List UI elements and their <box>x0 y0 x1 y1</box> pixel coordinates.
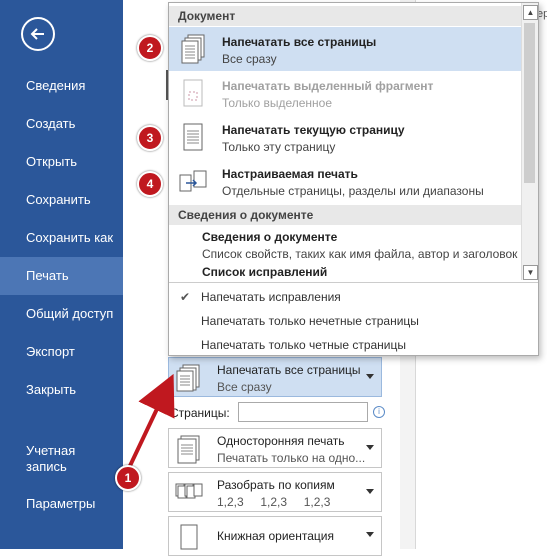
option-print-markup[interactable]: ✔ Напечатать исправления <box>169 285 538 309</box>
one-sided-icon <box>177 435 200 464</box>
badge-2: 2 <box>137 35 163 61</box>
nav-close[interactable]: Закрыть <box>0 371 123 409</box>
badge-4: 4 <box>137 171 163 197</box>
custom-print-icon <box>179 170 207 192</box>
nav-new[interactable]: Создать <box>0 105 123 143</box>
nav-share[interactable]: Общий доступ <box>0 295 123 333</box>
sides-combo[interactable]: Односторонняя печать Печатать только на … <box>168 428 382 468</box>
option-sub: Только эту страницу <box>222 140 336 154</box>
info-icon[interactable]: i <box>373 406 385 418</box>
separator <box>169 282 538 283</box>
scroll-down-icon[interactable]: ▼ <box>523 265 538 280</box>
collate-title: Разобрать по копиям <box>217 478 335 492</box>
print-range-title: Напечатать все страницы <box>217 363 361 377</box>
print-range-sub: Все сразу <box>217 380 272 394</box>
chevron-down-icon <box>366 445 374 450</box>
nav-open[interactable]: Открыть <box>0 143 123 181</box>
option-title: Напечатать все страницы <box>222 35 377 49</box>
nav-print[interactable]: Печать <box>0 257 123 295</box>
portrait-icon <box>180 524 198 550</box>
option-title: Напечатать текущую страницу <box>222 123 405 137</box>
collate-icon <box>175 483 203 499</box>
nav-account[interactable]: Учетная запись <box>0 440 100 480</box>
collate-sub: 1,2,3 1,2,3 1,2,3 <box>217 495 331 509</box>
checkmark-icon: ✔ <box>180 290 191 304</box>
print-current-icon <box>183 123 203 151</box>
print-all-icon <box>176 364 200 392</box>
badge-1: 1 <box>115 465 141 491</box>
back-arrow-icon <box>30 28 44 40</box>
pages-input[interactable] <box>238 402 368 422</box>
option-title: Настраиваемая печать <box>222 167 358 181</box>
option-label: Напечатать только четные страницы <box>201 338 407 352</box>
nav-save-as[interactable]: Сохранить как <box>0 219 123 257</box>
option-doc-info[interactable]: Сведения о документе <box>202 230 337 244</box>
option-print-all[interactable]: Напечатать все страницы Все сразу <box>169 27 521 71</box>
print-all-icon <box>181 34 205 64</box>
chevron-down-icon <box>366 489 374 494</box>
option-title: Напечатать выделенный фрагмент <box>222 79 434 93</box>
option-custom-print[interactable]: Настраиваемая печать Отдельные страницы,… <box>169 159 521 203</box>
orientation-title: Книжная ориентация <box>217 529 334 543</box>
nav-save[interactable]: Сохранить <box>0 181 123 219</box>
nav-info[interactable]: Сведения <box>0 67 123 105</box>
back-button[interactable] <box>21 17 55 51</box>
option-label: Напечатать исправления <box>201 290 341 304</box>
backstage-sidebar: Сведения Создать Открыть Сохранить Сохра… <box>0 0 123 549</box>
badge-3: 3 <box>137 125 163 151</box>
option-sub: Только выделенное <box>222 96 333 110</box>
nav-export[interactable]: Экспорт <box>0 333 123 371</box>
option-doc-info-sub: Список свойств, таких как имя файла, авт… <box>202 247 518 261</box>
nav-options[interactable]: Параметры <box>0 485 123 523</box>
option-sub: Отдельные страницы, разделы или диапазон… <box>222 184 484 198</box>
orientation-combo[interactable]: Книжная ориентация <box>168 516 382 556</box>
sides-sub: Печатать только на одно... <box>217 451 366 465</box>
print-range-dropdown: Документ Напечатать все страницы Все сра… <box>168 2 539 356</box>
collate-combo[interactable]: Разобрать по копиям 1,2,3 1,2,3 1,2,3 <box>168 472 382 512</box>
option-even-pages[interactable]: Напечатать только четные страницы <box>169 333 538 357</box>
option-revisions[interactable]: Список исправлений <box>202 265 327 279</box>
option-label: Напечатать только нечетные страницы <box>201 314 419 328</box>
dropdown-scrollbar[interactable]: ▲ ▼ <box>521 3 538 280</box>
section-document: Документ <box>169 6 521 26</box>
section-doc-info: Сведения о документе <box>169 205 521 225</box>
option-odd-pages[interactable]: Напечатать только нечетные страницы <box>169 309 538 333</box>
print-range-combo[interactable]: Напечатать все страницы Все сразу <box>168 357 382 397</box>
option-sub: Все сразу <box>222 52 277 66</box>
pages-label: Страницы: <box>170 406 230 420</box>
sides-title: Односторонняя печать <box>217 434 345 448</box>
chevron-down-icon <box>366 374 374 379</box>
option-print-current[interactable]: Напечатать текущую страницу Только эту с… <box>169 115 521 159</box>
scroll-up-icon[interactable]: ▲ <box>523 5 538 20</box>
option-print-selection[interactable]: Напечатать выделенный фрагмент Только вы… <box>169 71 521 115</box>
chevron-down-icon <box>366 532 374 537</box>
scroll-thumb[interactable] <box>524 23 535 183</box>
print-selection-icon <box>183 79 203 107</box>
